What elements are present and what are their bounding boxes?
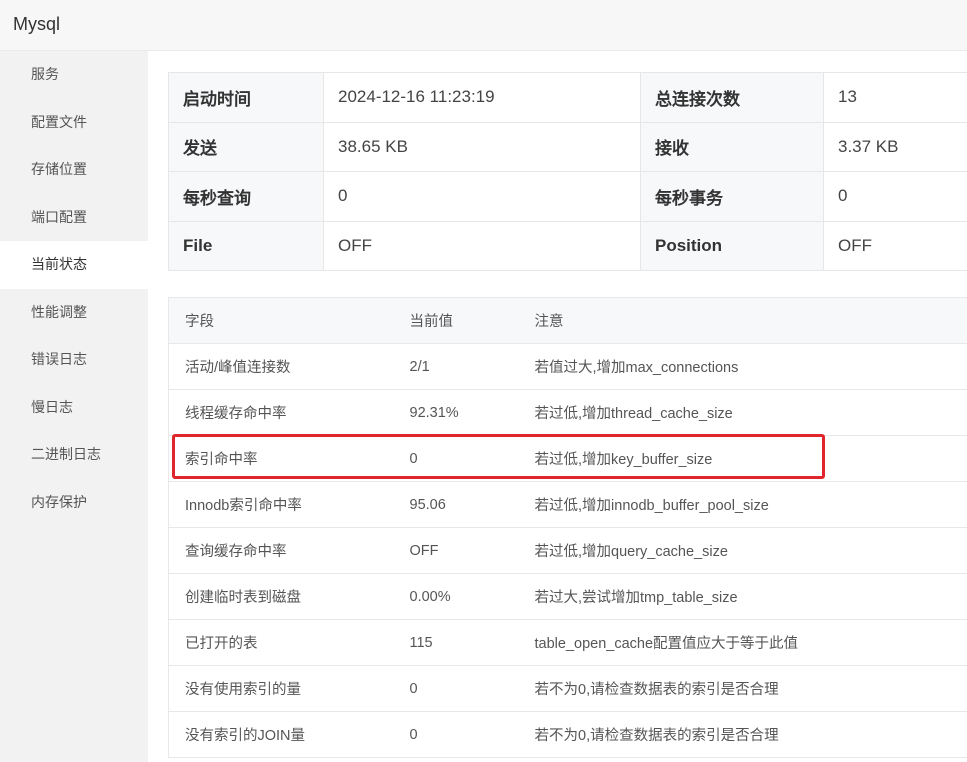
field-name: Innodb索引命中率 bbox=[168, 481, 394, 528]
field-name: 索引命中率 bbox=[168, 435, 394, 482]
table-row: 索引命中率 0 若过低,增加key_buffer_size bbox=[168, 435, 967, 482]
field-value: 0.00% bbox=[393, 573, 519, 620]
table-row: 活动/峰值连接数 2/1 若值过大,增加max_connections bbox=[168, 343, 967, 390]
field-value: OFF bbox=[393, 527, 519, 574]
field-name: 已打开的表 bbox=[168, 619, 394, 666]
summary-value: 0 bbox=[323, 171, 641, 222]
sidebar-item-current-status[interactable]: 当前状态 bbox=[0, 241, 148, 289]
summary-key: 每秒事务 bbox=[640, 171, 824, 222]
table-row: 没有使用索引的量 0 若不为0,请检查数据表的索引是否合理 bbox=[168, 665, 967, 712]
sidebar-item-config-file[interactable]: 配置文件 bbox=[0, 99, 148, 147]
column-header-field: 字段 bbox=[168, 297, 394, 344]
summary-value: 0 bbox=[823, 171, 967, 222]
status-summary-table: 启动时间 2024-12-16 11:23:19 总连接次数 13 发送 38.… bbox=[168, 72, 967, 271]
field-value: 0 bbox=[393, 665, 519, 712]
sidebar-item-binary-log[interactable]: 二进制日志 bbox=[0, 431, 148, 479]
summary-value: OFF bbox=[823, 220, 967, 271]
summary-key: Position bbox=[640, 220, 824, 271]
field-note: 若不为0,请检查数据表的索引是否合理 bbox=[518, 711, 967, 758]
summary-value: 2024-12-16 11:23:19 bbox=[323, 72, 641, 123]
field-value: 92.31% bbox=[393, 389, 519, 436]
summary-key: 每秒查询 bbox=[168, 171, 324, 222]
field-value: 95.06 bbox=[393, 481, 519, 528]
summary-key: 接收 bbox=[640, 121, 824, 172]
sidebar-item-performance-tuning[interactable]: 性能调整 bbox=[0, 289, 148, 337]
summary-row: 发送 38.65 KB 接收 3.37 KB bbox=[168, 121, 967, 172]
sidebar-item-port-config[interactable]: 端口配置 bbox=[0, 194, 148, 242]
table-row: Innodb索引命中率 95.06 若过低,增加innodb_buffer_po… bbox=[168, 481, 967, 528]
field-value: 0 bbox=[393, 711, 519, 758]
table-row: 创建临时表到磁盘 0.00% 若过大,尝试增加tmp_table_size bbox=[168, 573, 967, 620]
table-row: 已打开的表 115 table_open_cache配置值应大于等于此值 bbox=[168, 619, 967, 666]
window-titlebar: Mysql bbox=[0, 0, 967, 51]
summary-row: 启动时间 2024-12-16 11:23:19 总连接次数 13 bbox=[168, 72, 967, 123]
field-value: 2/1 bbox=[393, 343, 519, 390]
field-value: 115 bbox=[393, 619, 519, 666]
field-note: 若不为0,请检查数据表的索引是否合理 bbox=[518, 665, 967, 712]
field-note: 若值过大,增加max_connections bbox=[518, 343, 967, 390]
summary-key: 发送 bbox=[168, 121, 324, 172]
field-name: 线程缓存命中率 bbox=[168, 389, 394, 436]
summary-key: 启动时间 bbox=[168, 72, 324, 123]
field-note: 若过大,尝试增加tmp_table_size bbox=[518, 573, 967, 620]
field-name: 活动/峰值连接数 bbox=[168, 343, 394, 390]
sidebar-item-service[interactable]: 服务 bbox=[0, 51, 148, 99]
column-header-value: 当前值 bbox=[393, 297, 519, 344]
status-fields-table: 字段 当前值 注意 活动/峰值连接数 2/1 若值过大,增加max_connec… bbox=[168, 297, 967, 758]
summary-row: 每秒查询 0 每秒事务 0 bbox=[168, 171, 967, 222]
main-content: 启动时间 2024-12-16 11:23:19 总连接次数 13 发送 38.… bbox=[148, 51, 967, 762]
column-header-note: 注意 bbox=[518, 297, 967, 344]
table-row: 线程缓存命中率 92.31% 若过低,增加thread_cache_size bbox=[168, 389, 967, 436]
field-name: 没有索引的JOIN量 bbox=[168, 711, 394, 758]
field-name: 创建临时表到磁盘 bbox=[168, 573, 394, 620]
summary-key: File bbox=[168, 220, 324, 271]
summary-value: 3.37 KB bbox=[823, 121, 967, 172]
window-title: Mysql bbox=[13, 14, 61, 34]
field-name: 查询缓存命中率 bbox=[168, 527, 394, 574]
sidebar-item-storage-location[interactable]: 存储位置 bbox=[0, 146, 148, 194]
sidebar-item-slow-log[interactable]: 慢日志 bbox=[0, 384, 148, 432]
sidebar-item-error-log[interactable]: 错误日志 bbox=[0, 336, 148, 384]
summary-row: File OFF Position OFF bbox=[168, 220, 967, 271]
summary-key: 总连接次数 bbox=[640, 72, 824, 123]
table-row: 没有索引的JOIN量 0 若不为0,请检查数据表的索引是否合理 bbox=[168, 711, 967, 758]
field-note: 若过低,增加query_cache_size bbox=[518, 527, 967, 574]
sidebar-item-memory-protection[interactable]: 内存保护 bbox=[0, 479, 148, 527]
summary-value: 13 bbox=[823, 72, 967, 123]
summary-value: 38.65 KB bbox=[323, 121, 641, 172]
sidebar: 服务 配置文件 存储位置 端口配置 当前状态 性能调整 错误日志 慢日志 二进制… bbox=[0, 51, 148, 762]
table-header-row: 字段 当前值 注意 bbox=[168, 297, 967, 344]
summary-value: OFF bbox=[323, 220, 641, 271]
field-note: 若过低,增加innodb_buffer_pool_size bbox=[518, 481, 967, 528]
field-name: 没有使用索引的量 bbox=[168, 665, 394, 712]
field-note: 若过低,增加key_buffer_size bbox=[518, 435, 967, 482]
field-value: 0 bbox=[393, 435, 519, 482]
field-note: 若过低,增加thread_cache_size bbox=[518, 389, 967, 436]
table-row: 查询缓存命中率 OFF 若过低,增加query_cache_size bbox=[168, 527, 967, 574]
field-note: table_open_cache配置值应大于等于此值 bbox=[518, 619, 967, 666]
